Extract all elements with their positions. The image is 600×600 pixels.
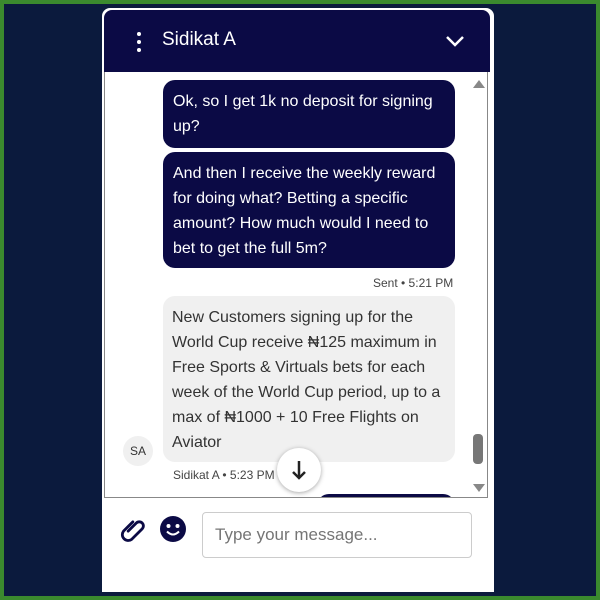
- background-right: [498, 4, 596, 596]
- incoming-timestamp: Sidikat A • 5:23 PM: [173, 468, 275, 482]
- scrollbar-thumb[interactable]: [473, 434, 483, 464]
- paperclip-icon[interactable]: [120, 516, 148, 544]
- message-list[interactable]: Ok, so I get 1k no deposit for signing u…: [104, 72, 488, 498]
- chat-widget: Sidikat A Ok, so I get 1k no deposit for…: [102, 8, 494, 592]
- chevron-down-icon[interactable]: [444, 32, 466, 50]
- chat-header: Sidikat A: [104, 10, 490, 72]
- message-input[interactable]: [202, 512, 472, 558]
- avatar: SA: [123, 436, 153, 466]
- smiley-icon[interactable]: [158, 514, 188, 544]
- message-composer: [102, 498, 494, 592]
- kebab-menu-icon[interactable]: [136, 32, 142, 54]
- scrollbar-up-arrow[interactable]: [473, 80, 485, 88]
- contact-name: Sidikat A: [162, 29, 236, 50]
- background-left: [4, 4, 102, 596]
- arrow-down-icon: [292, 461, 306, 480]
- scroll-to-bottom-button[interactable]: [277, 448, 321, 492]
- scrollbar-down-arrow[interactable]: [473, 484, 485, 492]
- message-outgoing: Ok, so I get 1k no deposit for signing u…: [163, 80, 455, 148]
- message-outgoing: And then I receive the weekly reward for…: [163, 152, 455, 268]
- message-incoming: New Customers signing up for the World C…: [163, 296, 455, 462]
- sent-timestamp: Sent • 5:21 PM: [373, 276, 454, 290]
